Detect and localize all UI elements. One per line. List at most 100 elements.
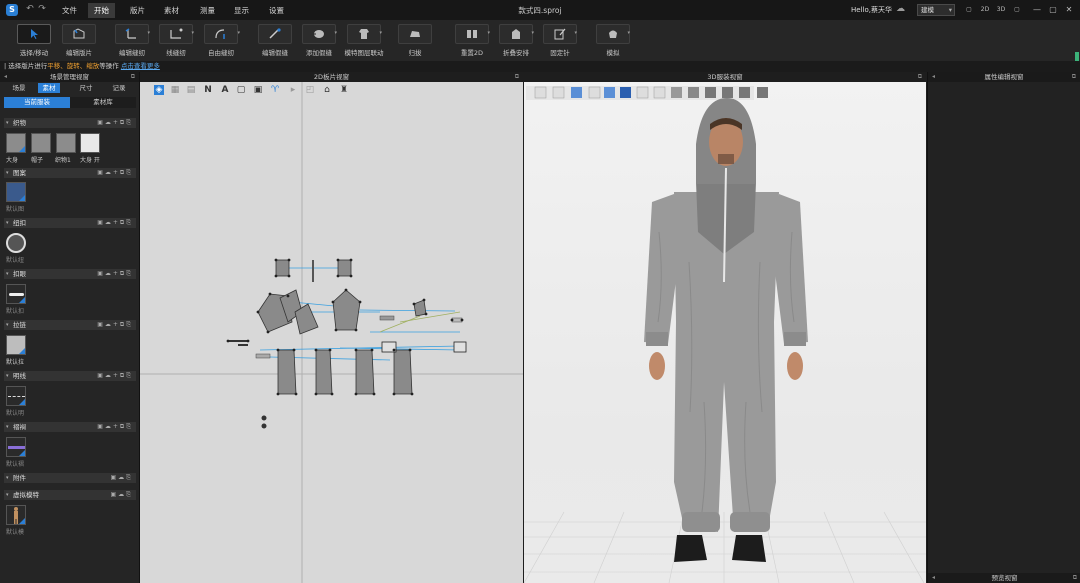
fabric-thumb-body[interactable] [6, 133, 26, 153]
fabric-thumb-body-open[interactable] [80, 133, 100, 153]
trim-elements [228, 260, 467, 429]
view-3d-button[interactable]: 3D [995, 5, 1007, 15]
segment-sewing-tool[interactable]: 线缝纫 ▾ [154, 22, 198, 59]
section-tools-icons[interactable]: ▣☁+⧉⎘ [97, 118, 133, 128]
panel-float-icon[interactable]: ⧉ [131, 72, 135, 82]
left-shoe [674, 535, 707, 562]
avatar-layer-tool[interactable]: 模特图层联动 ▾ [342, 22, 386, 59]
title-bar: S ↶ ↷ 文件 开始 版片 素材 测量 显示 设置 款式四.sproj Hel… [0, 0, 1080, 20]
collapse-icon: ▾ [6, 170, 9, 176]
panel-collapse-icon[interactable]: ◂ [4, 72, 7, 82]
edit-tack-label: 编辑假缝 [262, 49, 288, 57]
avatar-thumb[interactable] [6, 505, 26, 525]
avatar-garment [644, 98, 808, 562]
subtab-current-garment[interactable]: 当前服装 [4, 97, 70, 108]
pattern-canvas[interactable] [140, 82, 523, 583]
reset-2d-icon [455, 24, 489, 44]
section-tools-icons[interactable]: ▣☁⎘ [111, 490, 133, 500]
view-2d-button[interactable]: 2D [979, 5, 991, 15]
section-avatar[interactable]: ▾ 虚拟模特 ▣☁⎘ [4, 490, 136, 500]
cloud-icon[interactable]: ☁ [896, 4, 905, 14]
graphic-thumb[interactable] [6, 182, 26, 202]
add-tack-label: 添加假缝 [306, 49, 332, 57]
section-pleat[interactable]: ▾ 褶裥 ▣☁+⧉⎘ [4, 422, 136, 432]
hint-more-link[interactable]: 点击查看更多 [121, 62, 160, 70]
minimize-button[interactable]: — [1030, 3, 1044, 16]
zipper-thumb[interactable] [6, 335, 26, 355]
dropdown-caret-icon: ▾ [379, 30, 382, 36]
section-tools-icons[interactable]: ▣☁⎘ [111, 473, 133, 483]
shrink-tool[interactable]: 归拔 [394, 22, 436, 59]
tab-material[interactable]: 素材 [38, 83, 60, 93]
close-button[interactable]: ✕ [1062, 3, 1076, 16]
panel-float-icon[interactable]: ⧉ [515, 72, 519, 82]
user-greeting[interactable]: Hello,蔡天华 [851, 5, 892, 15]
button-point [261, 415, 267, 421]
free-sewing-icon [204, 24, 238, 44]
subtab-library[interactable]: 素材库 [70, 97, 136, 108]
fabric-thumb-fabric1[interactable] [56, 133, 76, 153]
section-attachment[interactable]: ▾ 附件 ▣☁⎘ [4, 473, 136, 483]
reset-2d-tool[interactable]: 重置2D ▾ [450, 22, 494, 59]
panel-float-icon[interactable]: ⧉ [918, 72, 922, 82]
free-sewing-tool[interactable]: 自由缝纫 ▾ [198, 22, 244, 59]
panel-collapse-icon[interactable]: ◂ [932, 72, 935, 82]
add-tack-tool[interactable]: 添加假缝 ▾ [297, 22, 341, 59]
avatar-toggle-icon [534, 86, 547, 99]
section-tools-icons[interactable]: ▣☁+⧉⎘ [97, 320, 133, 330]
collapse-icon: ▾ [6, 322, 9, 328]
scene-manager-header: ◂ 场景管理视窗 ⧉ [0, 72, 139, 82]
right-shoe [732, 535, 766, 562]
tab-scene[interactable]: 场景 [8, 83, 30, 93]
beard [718, 154, 734, 164]
panel-collapse-icon[interactable]: ◂ [932, 573, 935, 583]
topstitch-thumb[interactable] [6, 386, 26, 406]
section-tools-icons[interactable]: ▣☁+⧉⎘ [97, 371, 133, 381]
view-layout-button[interactable]: ▢ [963, 5, 975, 15]
edit-tack-tool[interactable]: 编辑假缝 [254, 22, 296, 59]
property-editor-header: ◂ 属性编辑视窗 ⧉ [928, 72, 1080, 82]
section-graphic[interactable]: ▾ 图案 ▣☁+⧉⎘ [4, 168, 136, 178]
button-thumb[interactable] [6, 233, 26, 253]
garment-3d-view[interactable]: 3D服装视窗 ⧉ [524, 72, 926, 583]
fold-arrange-tool[interactable]: 折叠安排 ▾ [494, 22, 538, 59]
tab-size[interactable]: 尺寸 [75, 83, 97, 93]
pattern-piece [315, 349, 333, 395]
section-button[interactable]: ▾ 纽扣 ▣☁+⧉⎘ [4, 218, 136, 228]
section-tools-icons[interactable]: ▣☁+⧉⎘ [97, 269, 133, 279]
section-tools-icons[interactable]: ▣☁+⧉⎘ [97, 218, 133, 228]
section-fabric[interactable]: ▾ 织物 ▣☁+⧉⎘ [4, 118, 136, 128]
fabric-label: 帽子 [31, 157, 44, 164]
back-view-icon [739, 87, 750, 98]
edit-sewing-tool[interactable]: 编辑缝纫 ▾ [110, 22, 154, 59]
section-zipper[interactable]: ▾ 拉链 ▣☁+⧉⎘ [4, 320, 136, 330]
garment-canvas[interactable] [524, 82, 926, 583]
edit-pattern-tool[interactable]: 编辑版片 [58, 22, 100, 59]
maximize-button[interactable]: ▢ [1046, 3, 1060, 16]
select-move-tool[interactable]: 选择/移动 [12, 22, 56, 59]
section-tools-icons[interactable]: ▣☁+⧉⎘ [97, 422, 133, 432]
dropdown-caret-icon: ▾ [487, 30, 490, 36]
section-tools-icons[interactable]: ▣☁+⧉⎘ [97, 168, 133, 178]
segment-sewing-label: 线缝纫 [166, 49, 186, 57]
collapse-icon: ▾ [6, 475, 9, 481]
fabric-label: 大身 [6, 157, 19, 164]
pleat-thumb[interactable] [6, 437, 26, 457]
panel-float-icon[interactable]: ⧉ [1073, 573, 1077, 583]
section-topstitch[interactable]: ▾ 明线 ▣☁+⧉⎘ [4, 371, 136, 381]
simulate-tool[interactable]: 模拟 ▾ [592, 22, 634, 59]
tab-history[interactable]: 记录 [108, 83, 130, 93]
button-point [261, 423, 267, 429]
button-label: 默认纽 [6, 257, 25, 264]
hint-suffix: 等操作 [99, 62, 119, 70]
section-buttonhole[interactable]: ▾ 扣眼 ▣☁+⧉⎘ [4, 269, 136, 279]
mode-select[interactable]: 建模 ▾ [917, 4, 955, 16]
pin-label: 固定针 [550, 49, 570, 57]
pattern-2d-view[interactable]: 2D板片视窗 ⧉ ◈ ▦ ▤ N A ▢ ▣ ♈ ▸ ◰ ⌂ ♜ [140, 72, 523, 583]
buttonhole-thumb[interactable] [6, 284, 26, 304]
fabric-thumb-hood[interactable] [31, 133, 51, 153]
view-split-button[interactable]: ▢ [1011, 5, 1023, 15]
view3d-title: 3D服装视窗 [707, 73, 743, 81]
panel-float-icon[interactable]: ⧉ [1072, 72, 1076, 82]
pin-tool[interactable]: 固定针 ▾ [539, 22, 581, 59]
